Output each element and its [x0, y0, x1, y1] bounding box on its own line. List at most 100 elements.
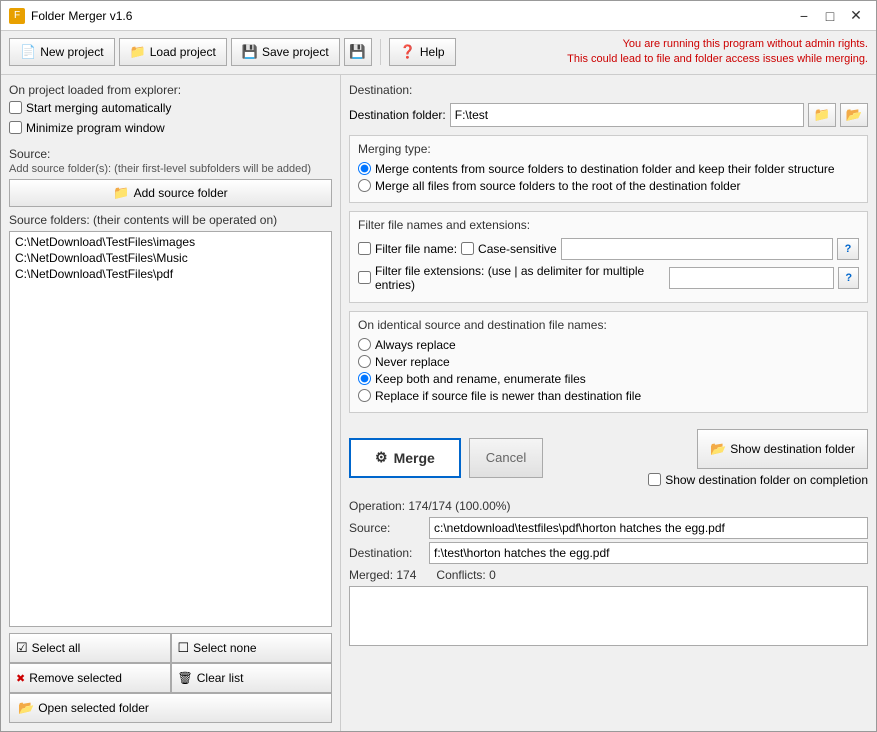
identical-label: On identical source and destination file…: [358, 318, 859, 332]
keep-both-row: Keep both and rename, enumerate files: [358, 372, 859, 386]
filter-name-help-button[interactable]: ?: [837, 238, 859, 260]
folders-list-inner: C:\NetDownload\TestFiles\images C:\NetDo…: [10, 232, 331, 284]
list-item[interactable]: C:\NetDownload\TestFiles\images: [12, 234, 329, 250]
open-folder-icon: [18, 700, 34, 716]
keep-both-radio[interactable]: [358, 372, 371, 385]
dest-progress-label: Destination:: [349, 546, 429, 560]
help-button[interactable]: Help: [389, 38, 456, 66]
select-none-label: Select none: [193, 641, 256, 655]
open-selected-folder-button[interactable]: Open selected folder: [9, 693, 332, 723]
browse-folder-button[interactable]: 📁: [808, 103, 836, 127]
open-dest-folder-button[interactable]: 📂: [840, 103, 868, 127]
dest-progress-row: Destination: f:\test\horton hatches the …: [349, 542, 868, 564]
filter-ext-checkbox[interactable]: [358, 271, 371, 284]
close-button[interactable]: ✕: [844, 6, 868, 26]
show-dest-label: Show destination folder: [730, 442, 855, 456]
filter-name-row: Filter file name: Case-sensitive ?: [358, 238, 859, 260]
replace-newer-radio[interactable]: [358, 389, 371, 402]
dest-progress-value: f:\test\horton hatches the egg.pdf: [429, 542, 868, 564]
remove-selected-label: Remove selected: [29, 671, 122, 685]
remove-selected-button[interactable]: Remove selected: [9, 663, 171, 693]
minimize-row: Minimize program window: [9, 121, 332, 135]
load-project-icon: [130, 44, 146, 60]
always-replace-radio[interactable]: [358, 338, 371, 351]
select-all-label: Select all: [32, 641, 81, 655]
merge-option1-radio[interactable]: [358, 162, 371, 175]
remove-selected-icon: [16, 671, 25, 685]
show-dest-icon: [710, 441, 726, 457]
list-item[interactable]: C:\NetDownload\TestFiles\pdf: [12, 266, 329, 282]
filter-ext-label[interactable]: Filter file extensions: (use | as delimi…: [375, 264, 665, 292]
show-dest-completion-checkbox[interactable]: [648, 473, 661, 486]
replace-newer-label[interactable]: Replace if source file is newer than des…: [375, 389, 641, 403]
save-extra-button[interactable]: 💾: [344, 38, 372, 66]
minimize-checkbox[interactable]: [9, 121, 22, 134]
case-sensitive-label[interactable]: Case-sensitive: [478, 242, 557, 256]
merge-option1-row: Merge contents from source folders to de…: [358, 162, 859, 176]
merging-type-group: Merging type: Merge contents from source…: [349, 135, 868, 203]
stats-row: Merged: 174 Conflicts: 0: [349, 568, 868, 582]
save-project-label: Save project: [262, 45, 329, 59]
bottom-buttons: Select all Select none Remove selected C…: [9, 633, 332, 723]
filter-name-checkbox[interactable]: [358, 242, 371, 255]
merge-option2-label[interactable]: Merge all files from source folders to t…: [375, 179, 741, 193]
start-merging-label[interactable]: Start merging automatically: [26, 101, 171, 115]
select-all-button[interactable]: Select all: [9, 633, 171, 663]
merge-option2-radio[interactable]: [358, 179, 371, 192]
source-progress-row: Source: c:\netdownload\testfiles\pdf\hor…: [349, 517, 868, 539]
start-merging-row: Start merging automatically: [9, 101, 332, 115]
filter-ext-input[interactable]: [669, 267, 834, 289]
show-dest-completion-label[interactable]: Show destination folder on completion: [665, 473, 868, 487]
show-destination-button[interactable]: Show destination folder: [697, 429, 868, 469]
merged-value: 174: [396, 568, 416, 582]
folders-section-label: Source folders: (their contents will be …: [9, 213, 332, 227]
never-replace-label[interactable]: Never replace: [375, 355, 450, 369]
destination-folder-input[interactable]: [450, 103, 804, 127]
main-window: F Folder Merger v1.6 − □ ✕ New project L…: [0, 0, 877, 732]
keep-both-label[interactable]: Keep both and rename, enumerate files: [375, 372, 586, 386]
select-all-icon: [16, 640, 28, 656]
left-panel: On project loaded from explorer: Start m…: [1, 75, 341, 731]
minimize-button[interactable]: −: [792, 6, 816, 26]
new-project-button[interactable]: New project: [9, 38, 115, 66]
load-project-button[interactable]: Load project: [119, 38, 227, 66]
replace-newer-row: Replace if source file is newer than des…: [358, 389, 859, 403]
save-extra-icon: 💾: [349, 44, 366, 60]
never-replace-radio[interactable]: [358, 355, 371, 368]
filter-name-input[interactable]: [561, 238, 833, 260]
source-folders-list[interactable]: C:\NetDownload\TestFiles\images C:\NetDo…: [9, 231, 332, 627]
help-icon: [400, 44, 416, 60]
merge-button[interactable]: Merge: [349, 438, 461, 478]
always-replace-label[interactable]: Always replace: [375, 338, 456, 352]
on-project-label: On project loaded from explorer:: [9, 83, 332, 97]
log-area[interactable]: [349, 586, 868, 646]
clear-list-button[interactable]: Clear list: [171, 663, 333, 693]
select-none-icon: [178, 640, 190, 656]
cancel-button[interactable]: Cancel: [469, 438, 543, 478]
browse-folder-icon: 📁: [814, 107, 831, 123]
never-replace-row: Never replace: [358, 355, 859, 369]
maximize-button[interactable]: □: [818, 6, 842, 26]
merge-option1-label[interactable]: Merge contents from source folders to de…: [375, 162, 835, 176]
list-item[interactable]: C:\NetDownload\TestFiles\Music: [12, 250, 329, 266]
always-replace-row: Always replace: [358, 338, 859, 352]
new-project-label: New project: [40, 45, 103, 59]
filter-ext-help-button[interactable]: ?: [838, 267, 859, 289]
cancel-label: Cancel: [486, 450, 526, 465]
case-sensitive-checkbox[interactable]: [461, 242, 474, 255]
add-source-button[interactable]: Add source folder: [9, 179, 332, 207]
clear-list-label: Clear list: [197, 671, 244, 685]
new-project-icon: [20, 44, 36, 60]
filter-name-label[interactable]: Filter file name:: [375, 242, 457, 256]
save-project-button[interactable]: Save project: [231, 38, 340, 66]
select-none-button[interactable]: Select none: [171, 633, 333, 663]
start-merging-checkbox[interactable]: [9, 101, 22, 114]
merge-icon: [375, 449, 388, 466]
conflicts-value: 0: [489, 568, 496, 582]
toolbar-divider: [380, 39, 381, 65]
destination-row: Destination folder: 📁 📂: [349, 103, 868, 127]
admin-warning-line2: This could lead to file and folder acces…: [460, 52, 868, 67]
admin-warning: You are running this program without adm…: [460, 37, 868, 68]
minimize-label[interactable]: Minimize program window: [26, 121, 165, 135]
merging-type-label: Merging type:: [358, 142, 859, 156]
